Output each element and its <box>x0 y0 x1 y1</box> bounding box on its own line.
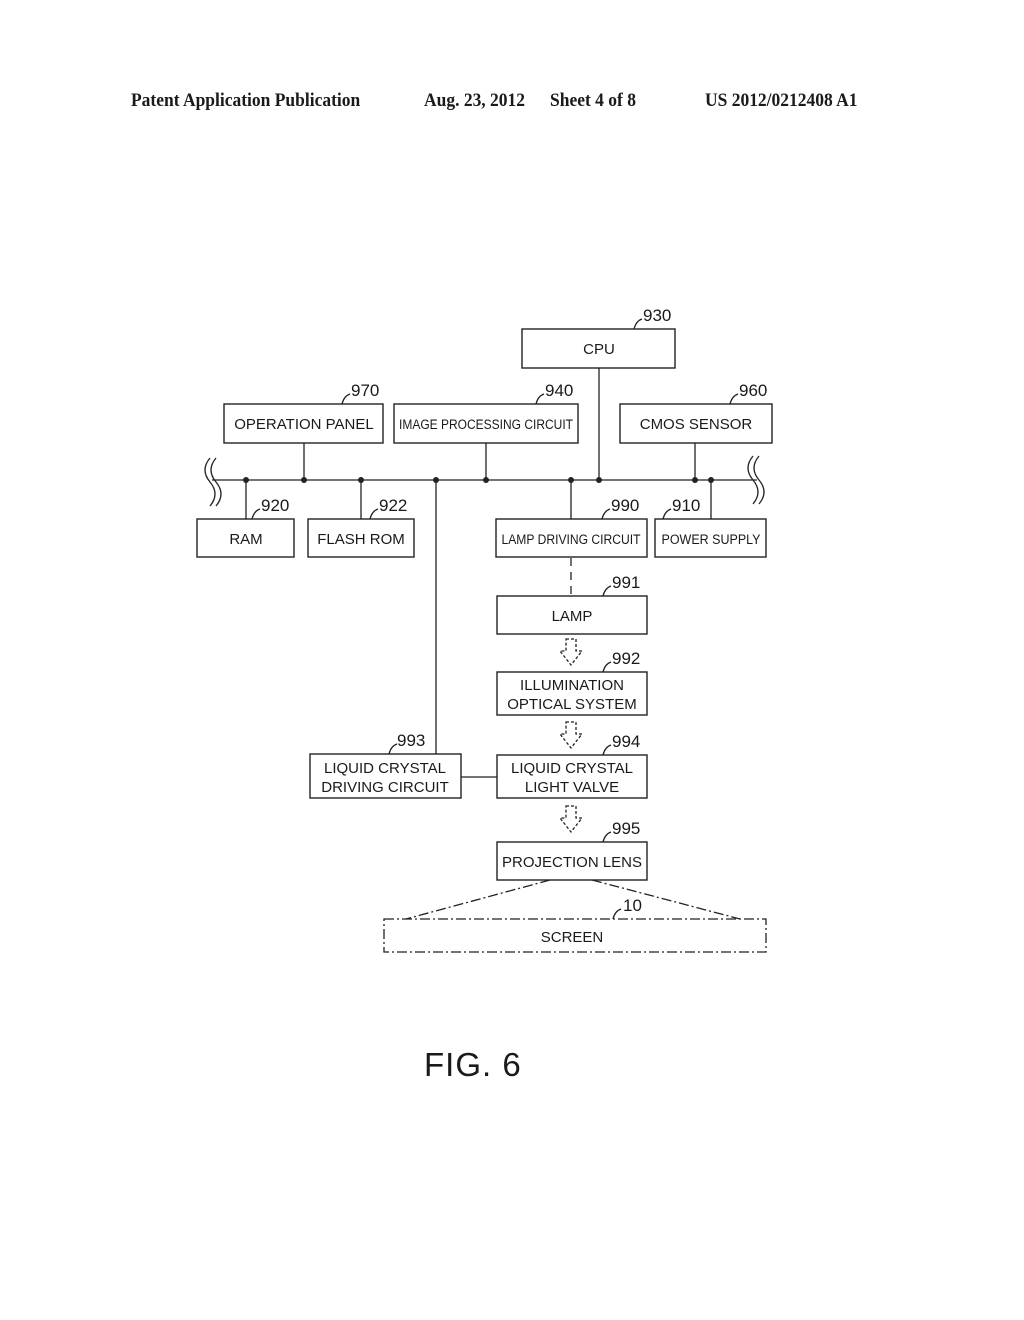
projection-ray-left <box>405 879 551 920</box>
power-supply-ref: 910 <box>672 496 700 515</box>
leader-line <box>251 508 261 520</box>
flash-rom-ref: 922 <box>379 496 407 515</box>
image-processing-block: IMAGE PROCESSING CIRCUIT 940 <box>393 381 579 444</box>
ram-label: RAM <box>229 531 262 548</box>
illumination-label-line1: ILLUMINATION <box>520 677 624 694</box>
lc-valve-label-line2: LIGHT VALVE <box>525 779 619 796</box>
leader-line <box>612 908 622 920</box>
leader-line <box>341 393 351 405</box>
light-arrow-icon <box>558 805 584 834</box>
illumination-ref: 992 <box>612 649 640 668</box>
junction-dot <box>596 477 602 483</box>
illumination-block: ILLUMINATION OPTICAL SYSTEM 992 <box>496 649 648 716</box>
junction-dot <box>301 477 307 483</box>
ram-ref: 920 <box>261 496 289 515</box>
screen-ref: 10 <box>623 896 642 915</box>
lamp-driving-label: LAMP DRIVING CIRCUIT <box>502 532 641 547</box>
leader-line <box>602 744 612 756</box>
leader-line <box>601 508 611 520</box>
operation-panel-ref: 970 <box>351 381 379 400</box>
lc-driving-label-line1: LIQUID CRYSTAL <box>324 760 446 777</box>
cpu-block: CPU 930 <box>521 306 676 369</box>
projection-ray-right <box>591 879 741 920</box>
junction-dot <box>433 477 439 483</box>
cpu-ref: 930 <box>643 306 671 325</box>
screen-label: SCREEN <box>541 929 604 946</box>
leader-line <box>369 508 379 520</box>
lc-valve-label-line1: LIQUID CRYSTAL <box>511 760 633 777</box>
junction-dot <box>568 477 574 483</box>
cmos-sensor-block: CMOS SENSOR 960 <box>619 381 773 444</box>
lamp-label: LAMP <box>552 608 593 625</box>
junction-dot <box>483 477 489 483</box>
block-diagram: CPU 930 OPERATION PANEL 970 IMAGE PROCES… <box>196 306 773 953</box>
cmos-sensor-label: CMOS SENSOR <box>640 416 753 433</box>
figure-label: FIG. 6 <box>424 1046 522 1083</box>
lc-valve-ref: 994 <box>612 732 640 751</box>
lc-driving-ref: 993 <box>397 731 425 750</box>
cpu-label: CPU <box>583 341 615 358</box>
leader-line <box>388 743 398 755</box>
light-arrow-icon <box>558 638 584 667</box>
screen-block: SCREEN 10 <box>383 896 767 953</box>
leader-line <box>662 508 672 520</box>
cmos-sensor-ref: 960 <box>739 381 767 400</box>
junction-dot <box>243 477 249 483</box>
operation-panel-block: OPERATION PANEL 970 <box>223 381 384 444</box>
lc-driving-label-line2: DRIVING CIRCUIT <box>321 779 449 796</box>
lc-valve-block: LIQUID CRYSTAL LIGHT VALVE 994 <box>496 732 648 799</box>
junction-dot <box>708 477 714 483</box>
projection-lens-block: PROJECTION LENS 995 <box>496 819 648 881</box>
lamp-driving-ref: 990 <box>611 496 639 515</box>
leader-line <box>602 661 612 673</box>
leader-line <box>633 318 643 330</box>
illumination-label-line2: OPTICAL SYSTEM <box>507 696 636 713</box>
lamp-block: LAMP 991 <box>496 573 648 635</box>
flash-rom-label: FLASH ROM <box>317 531 405 548</box>
lamp-ref: 991 <box>612 573 640 592</box>
power-supply-label: POWER SUPPLY <box>662 532 761 547</box>
junction-dot <box>692 477 698 483</box>
lc-driving-block: LIQUID CRYSTAL DRIVING CIRCUIT 993 <box>309 731 462 799</box>
leader-line <box>535 393 545 405</box>
image-processing-label: IMAGE PROCESSING CIRCUIT <box>399 417 573 432</box>
projection-lens-label: PROJECTION LENS <box>502 854 642 871</box>
leader-line <box>729 393 739 405</box>
leader-line <box>602 831 612 843</box>
projection-lens-ref: 995 <box>612 819 640 838</box>
junction-dot <box>358 477 364 483</box>
operation-panel-label: OPERATION PANEL <box>234 416 373 433</box>
bus-break-left-icon <box>204 457 222 507</box>
light-arrow-icon <box>558 721 584 750</box>
leader-line <box>602 585 612 597</box>
image-processing-ref: 940 <box>545 381 573 400</box>
